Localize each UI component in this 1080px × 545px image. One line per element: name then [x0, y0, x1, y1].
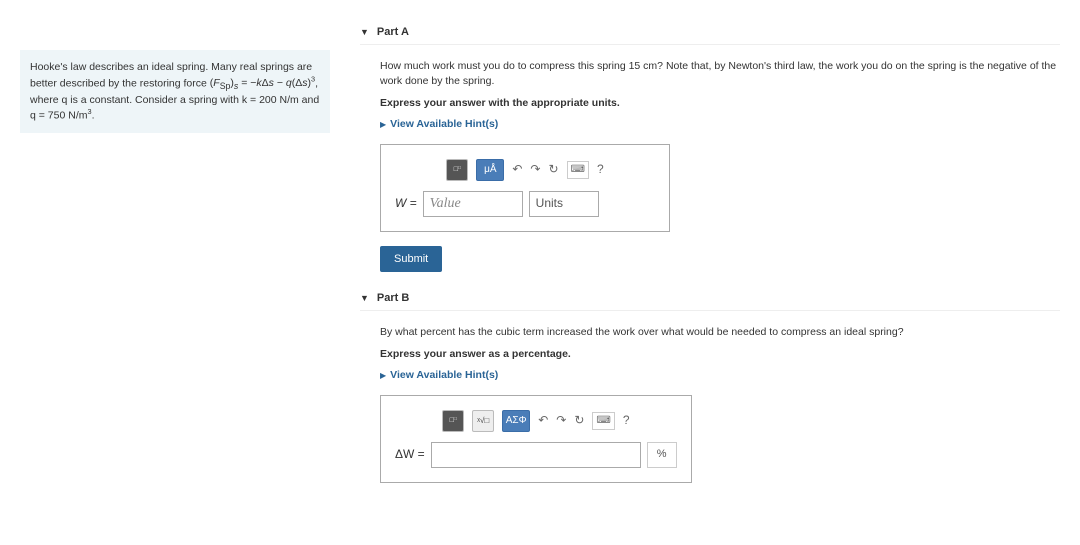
- part-b-input-row: ΔW = %: [395, 442, 677, 468]
- part-b-hints-toggle[interactable]: ▶ View Available Hint(s): [380, 368, 1060, 383]
- part-b-variable: ΔW =: [395, 446, 425, 463]
- part-a-toolbar: □□ μÅ ↶ ↷ ↻ ⌨ ?: [395, 159, 655, 181]
- part-b-title: Part B: [377, 292, 409, 304]
- redo-icon[interactable]: ↷: [530, 161, 540, 178]
- help-icon[interactable]: ?: [597, 161, 604, 178]
- part-b-instruction: Express your answer as a percentage.: [380, 348, 571, 360]
- caret-down-icon: ▼: [360, 27, 369, 37]
- percent-unit: %: [647, 442, 677, 468]
- part-a-instruction: Express your answer with the appropriate…: [380, 97, 620, 109]
- value-input[interactable]: Value: [423, 191, 523, 217]
- intro-formula: (FSp)s = −kΔs − q(Δs)3: [210, 77, 315, 89]
- units-button[interactable]: μÅ: [476, 159, 504, 181]
- keyboard-icon[interactable]: ⌨: [567, 161, 589, 179]
- undo-icon[interactable]: ↶: [538, 412, 548, 429]
- part-b-answer-box: □□ ᵡ√□ ΑΣΦ ↶ ↷ ↻ ⌨ ? ΔW = %: [380, 395, 692, 483]
- help-icon[interactable]: ?: [623, 412, 630, 429]
- part-a-body: How much work must you do to compress th…: [360, 45, 1060, 286]
- templates-button[interactable]: □□: [442, 410, 464, 432]
- undo-icon[interactable]: ↶: [512, 161, 522, 178]
- caret-down-icon: ▼: [360, 293, 369, 303]
- part-b-header[interactable]: ▼ Part B: [360, 286, 1060, 311]
- part-a-title: Part A: [377, 26, 409, 38]
- reset-icon[interactable]: ↻: [574, 412, 584, 429]
- part-b-body: By what percent has the cubic term incre…: [360, 311, 1060, 497]
- redo-icon[interactable]: ↷: [556, 412, 566, 429]
- reset-icon[interactable]: ↻: [548, 161, 558, 178]
- problem-intro: Hooke's law describes an ideal spring. M…: [20, 50, 330, 133]
- templates-button[interactable]: □□: [446, 159, 468, 181]
- part-a-input-row: W = Value Units: [395, 191, 655, 217]
- value-input[interactable]: [431, 442, 641, 468]
- triangle-right-icon: ▶: [380, 119, 386, 130]
- units-input[interactable]: Units: [529, 191, 599, 217]
- part-a-question: How much work must you do to compress th…: [380, 59, 1060, 88]
- greek-button[interactable]: ΑΣΦ: [502, 410, 530, 432]
- keyboard-icon[interactable]: ⌨: [592, 412, 614, 430]
- part-b-toolbar: □□ ᵡ√□ ΑΣΦ ↶ ↷ ↻ ⌨ ?: [395, 410, 677, 432]
- triangle-right-icon: ▶: [380, 370, 386, 381]
- part-b-question: By what percent has the cubic term incre…: [380, 325, 1060, 340]
- sqrt-button[interactable]: ᵡ√□: [472, 410, 494, 432]
- part-a-header[interactable]: ▼ Part A: [360, 20, 1060, 45]
- submit-button[interactable]: Submit: [380, 246, 442, 272]
- part-a-hints-toggle[interactable]: ▶ View Available Hint(s): [380, 117, 1060, 132]
- part-a-answer-box: □□ μÅ ↶ ↷ ↻ ⌨ ? W = Value Units: [380, 144, 670, 232]
- part-a-variable: W =: [395, 195, 417, 212]
